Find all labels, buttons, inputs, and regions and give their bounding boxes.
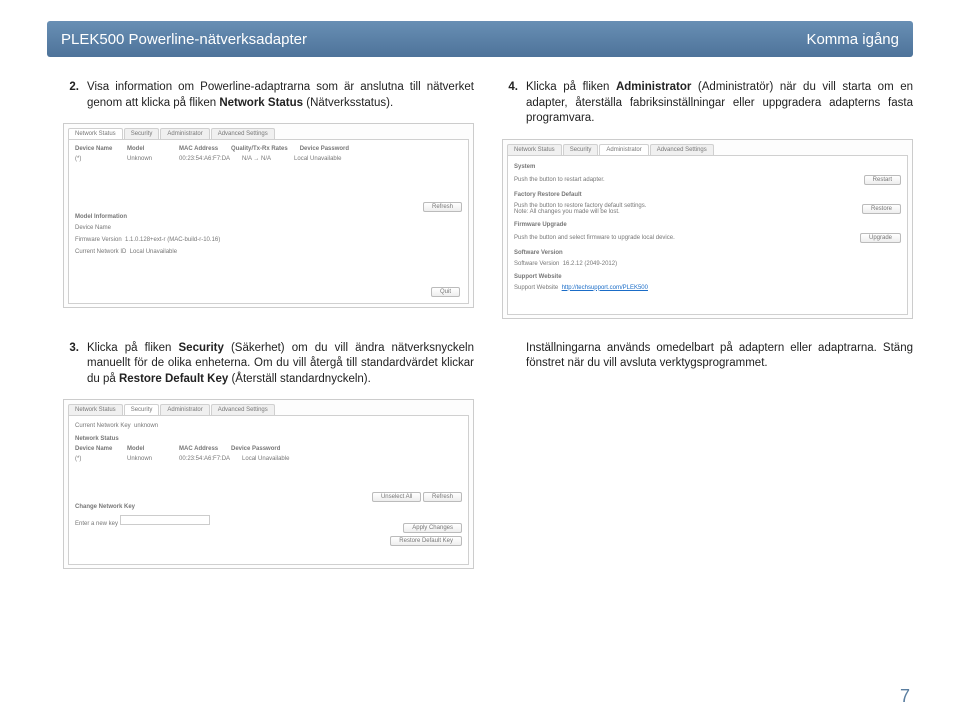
panel: System Push the button to restart adapte… bbox=[507, 155, 908, 315]
step-number: 4. bbox=[502, 80, 518, 127]
col-right-bottom: Inställningarna används omedelbart på ad… bbox=[502, 341, 913, 588]
fw-text: Push the button and select firmware to u… bbox=[514, 235, 675, 241]
support-header: Support Website bbox=[514, 274, 901, 280]
sw-label: Software Version bbox=[514, 261, 559, 267]
tab-network-status[interactable]: Network Status bbox=[507, 144, 562, 155]
tab-row: Network Status Security Administrator Ad… bbox=[64, 400, 473, 415]
col-left-bottom: 3. Klicka på fliken Security (Säkerhet) … bbox=[63, 341, 474, 588]
col-left-top: 2. Visa information om Powerline-adaptra… bbox=[63, 80, 474, 337]
top-columns: 2. Visa information om Powerline-adaptra… bbox=[63, 80, 913, 337]
panel: Current Network Key unknown Network Stat… bbox=[68, 415, 469, 565]
tab-security[interactable]: Security bbox=[124, 404, 160, 415]
software-version-header: Software Version bbox=[514, 250, 901, 256]
netid-label: Current Network ID bbox=[75, 249, 126, 255]
instruction-3: 3. Klicka på fliken Security (Säkerhet) … bbox=[63, 341, 474, 388]
new-key-input[interactable] bbox=[120, 515, 210, 525]
tab-row: Network Status Security Administrator Ad… bbox=[64, 124, 473, 139]
grid-header: Device Name Model MAC Address Quality/Tx… bbox=[75, 144, 462, 154]
restore-default-key-button[interactable]: Restore Default Key bbox=[390, 536, 462, 546]
enter-key-label: Enter a new key bbox=[75, 521, 118, 527]
grid-row: (*) Unknown 00:23:54:A6:F7:DA Local Unav… bbox=[75, 454, 462, 464]
tab-network-status[interactable]: Network Status bbox=[68, 404, 123, 415]
tab-security[interactable]: Security bbox=[124, 128, 160, 139]
grid-row: (*) Unknown 00:23:54:A6:F7:DA N/A → N/A … bbox=[75, 154, 462, 164]
followup-content: Inställningarna används omedelbart på ad… bbox=[526, 341, 913, 372]
sup-label: Support Website bbox=[514, 285, 558, 291]
apply-changes-button[interactable]: Apply Changes bbox=[403, 523, 462, 533]
factory-default-header: Factory Restore Default bbox=[514, 192, 901, 198]
col-right-top: 4. Klicka på fliken Administrator (Admin… bbox=[502, 80, 913, 337]
change-key-header: Change Network Key bbox=[75, 504, 462, 510]
page-number: 7 bbox=[900, 686, 910, 707]
device-name-label: Device Name bbox=[75, 225, 111, 231]
bottom-columns: 3. Klicka på fliken Security (Säkerhet) … bbox=[63, 341, 913, 588]
instruction-2: 2. Visa information om Powerline-adaptra… bbox=[63, 80, 474, 111]
key-label: Current Network Key bbox=[75, 423, 131, 429]
tab-network-status[interactable]: Network Status bbox=[68, 128, 123, 139]
tab-security[interactable]: Security bbox=[563, 144, 599, 155]
refresh-button[interactable]: Refresh bbox=[423, 202, 462, 212]
step-text: Klicka på fliken Administrator (Administ… bbox=[526, 80, 913, 127]
unselect-all-button[interactable]: Unselect All bbox=[372, 492, 421, 502]
screenshot-administrator: Network Status Security Administrator Ad… bbox=[502, 139, 913, 319]
page-header: PLEK500 Powerline-nätverksadapter Komma … bbox=[47, 21, 913, 57]
tab-administrator[interactable]: Administrator bbox=[160, 404, 209, 415]
fd-text1: Push the button to restore factory defau… bbox=[514, 203, 646, 209]
system-header: System bbox=[514, 164, 901, 170]
firmware-header: Firmware Upgrade bbox=[514, 222, 901, 228]
grid-header: Device Name Model MAC Address Device Pas… bbox=[75, 444, 462, 454]
key-value: unknown bbox=[134, 423, 158, 429]
followup-text: Inställningarna används omedelbart på ad… bbox=[502, 341, 913, 372]
refresh-button[interactable]: Refresh bbox=[423, 492, 462, 502]
status-header: Network Status bbox=[75, 436, 462, 442]
netid-value: Local Unavailable bbox=[130, 249, 177, 255]
tab-administrator[interactable]: Administrator bbox=[160, 128, 209, 139]
restart-button[interactable]: Restart bbox=[864, 175, 901, 185]
tab-advanced[interactable]: Advanced Settings bbox=[211, 128, 275, 139]
fw-label: Firmware Version bbox=[75, 237, 122, 243]
product-title: PLEK500 Powerline-nätverksadapter bbox=[61, 31, 307, 48]
step-text: Visa information om Powerline-adaptrarna… bbox=[87, 80, 474, 111]
tab-advanced[interactable]: Advanced Settings bbox=[211, 404, 275, 415]
step-number: 2. bbox=[63, 80, 79, 111]
upgrade-button[interactable]: Upgrade bbox=[860, 233, 901, 243]
fd-text2: Note: All changes you made will be lost. bbox=[514, 209, 646, 215]
panel: Device Name Model MAC Address Quality/Tx… bbox=[68, 139, 469, 304]
screenshot-security: Network Status Security Administrator Ad… bbox=[63, 399, 474, 569]
support-link[interactable]: http://techsupport.com/PLEK500 bbox=[562, 285, 648, 291]
model-info-header: Model Information bbox=[75, 214, 462, 220]
step-text: Klicka på fliken Security (Säkerhet) om … bbox=[87, 341, 474, 388]
section-title: Komma igång bbox=[806, 31, 899, 48]
quit-button[interactable]: Quit bbox=[431, 287, 460, 297]
screenshot-network-status: Network Status Security Administrator Ad… bbox=[63, 123, 474, 308]
restore-button[interactable]: Restore bbox=[862, 204, 901, 214]
tab-administrator[interactable]: Administrator bbox=[599, 144, 648, 155]
sw-value: 16.2.12 (2049-2012) bbox=[563, 261, 617, 267]
step-number: 3. bbox=[63, 341, 79, 388]
fw-value: 1.1.0.128+ext-r (MAC-build-r-10.16) bbox=[125, 237, 220, 243]
restart-text: Push the button to restart adapter. bbox=[514, 177, 605, 183]
tab-advanced[interactable]: Advanced Settings bbox=[650, 144, 714, 155]
content: 2. Visa information om Powerline-adaptra… bbox=[63, 80, 913, 679]
instruction-4: 4. Klicka på fliken Administrator (Admin… bbox=[502, 80, 913, 127]
tab-row: Network Status Security Administrator Ad… bbox=[503, 140, 912, 155]
